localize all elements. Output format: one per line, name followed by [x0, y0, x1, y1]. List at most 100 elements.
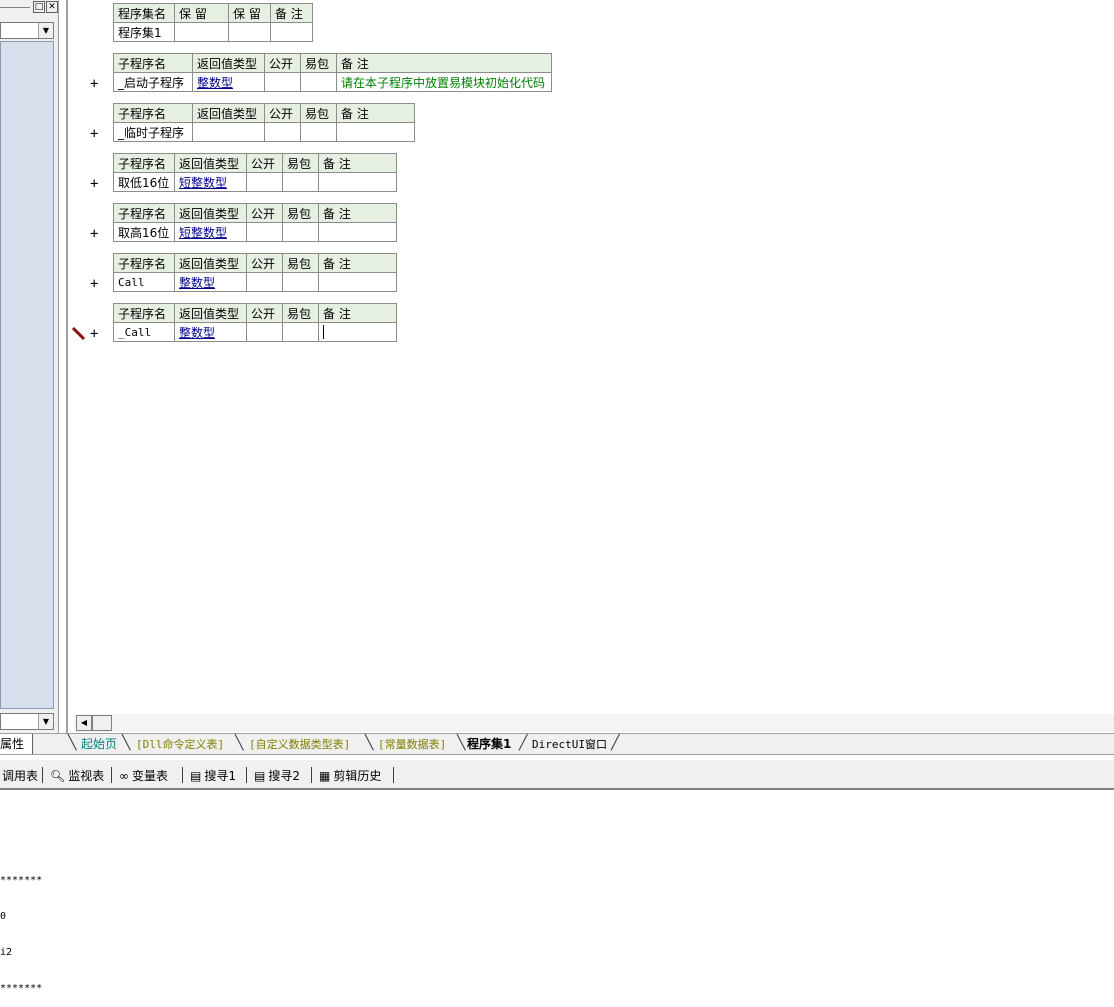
note-cell[interactable]: 请在本子程序中放置易模块初始化代码 [336, 72, 552, 92]
note-cell-active[interactable] [318, 322, 397, 342]
tab-assembly-1[interactable]: 程序集1 [467, 735, 511, 754]
clipboard-icon: ▦ [319, 769, 331, 783]
public-cell[interactable] [246, 222, 283, 242]
tab-properties[interactable]: 属性 [0, 734, 33, 754]
sub-name-cell[interactable]: _启动子程序 [113, 72, 193, 92]
header-sub-name: 子程序名 [113, 153, 175, 173]
search2-button[interactable]: ▤ 搜寻2 [254, 767, 300, 784]
return-type-link[interactable]: 短整数型 [179, 176, 227, 190]
header-return-type: 返回值类型 [192, 103, 265, 123]
tab-dll-commands[interactable]: [Dll命令定义表] [136, 735, 224, 754]
public-cell[interactable] [246, 172, 283, 192]
output-panel[interactable]: ******* 0 i2 ******* [0, 851, 300, 994]
return-type-cell[interactable]: 整数型 [174, 272, 247, 292]
clip-history-button[interactable]: ▦ 剪辑历史 [319, 767, 381, 784]
chevron-down-icon[interactable]: ▼ [38, 23, 53, 38]
subprogram-table[interactable]: 子程序名 返回值类型 公开 易包 备 注 取高16位 短整数型 [113, 203, 397, 242]
reserved-cell[interactable] [174, 22, 229, 42]
chevron-down-icon[interactable]: ▼ [38, 714, 53, 729]
note-cell[interactable] [318, 222, 397, 242]
note-cell[interactable] [318, 272, 397, 292]
horizontal-scrollbar[interactable]: ◀ [74, 714, 1114, 732]
search1-button[interactable]: ▤ 搜寻1 [190, 767, 236, 784]
return-type-cell[interactable]: 整数型 [192, 72, 265, 92]
header-note: 备 注 [318, 303, 397, 323]
header-note: 备 注 [318, 153, 397, 173]
header-sub-name: 子程序名 [113, 303, 175, 323]
header-note: 备 注 [270, 3, 313, 23]
sub-name-cell[interactable]: _临时子程序 [113, 122, 193, 142]
text-caret [323, 325, 324, 340]
epackage-cell[interactable] [282, 272, 319, 292]
subprogram-table[interactable]: 子程序名 返回值类型 公开 易包 备 注 取低16位 短整数型 [113, 153, 397, 192]
expand-icon[interactable]: + [90, 176, 98, 192]
expand-icon[interactable]: + [90, 226, 98, 242]
call-table-label: 调用表 [2, 769, 39, 783]
return-type-cell[interactable]: 短整数型 [174, 172, 247, 192]
note-cell[interactable] [336, 122, 415, 142]
output-line: ******* [0, 875, 43, 886]
output-line: ******* [0, 983, 43, 994]
tab-constants[interactable]: [常量数据表] [378, 735, 446, 754]
toolbar-separator [42, 767, 43, 783]
header-public: 公开 [246, 153, 283, 173]
restore-icon[interactable]: □ [33, 1, 45, 13]
search1-label: 搜寻1 [204, 769, 236, 783]
header-sub-name: 子程序名 [113, 53, 193, 73]
object-selector-combo[interactable]: ▼ [0, 22, 54, 39]
variable-table-button[interactable]: ∞ 变量表 [119, 767, 168, 784]
expand-icon[interactable]: + [90, 126, 98, 142]
epackage-cell[interactable] [282, 222, 319, 242]
property-selector-combo[interactable]: ▼ [0, 713, 54, 730]
tab-start-page[interactable]: 起始页 [81, 735, 117, 754]
tab-custom-types[interactable]: [自定义数据类型表] [249, 735, 350, 754]
watch-table-button[interactable]: 🔍︎ 监视表 [50, 767, 104, 784]
call-table-button[interactable]: 调用表 [2, 767, 38, 784]
sub-name-cell[interactable]: 取高16位 [113, 222, 175, 242]
public-cell[interactable] [246, 272, 283, 292]
variables-icon: ∞ [119, 769, 129, 783]
search-doc-icon: ▤ [254, 769, 266, 783]
tab-directui-window[interactable]: DirectUI窗口 [532, 735, 607, 754]
note-cell[interactable] [270, 22, 313, 42]
return-type-cell[interactable]: 整数型 [174, 322, 247, 342]
epackage-cell[interactable] [300, 72, 337, 92]
subprogram-table[interactable]: 子程序名 返回值类型 公开 易包 备 注 _启动子程序 整数型 请在本子程序中放… [113, 53, 552, 92]
epackage-cell[interactable] [300, 122, 337, 142]
scroll-left-icon[interactable]: ◀ [76, 715, 92, 731]
public-cell[interactable] [264, 72, 301, 92]
left-panel: □ ✕ ▼ ▼ [0, 0, 59, 733]
header-public: 公开 [264, 53, 301, 73]
header-sub-name: 子程序名 [113, 203, 175, 223]
epackage-cell[interactable] [282, 322, 319, 342]
subprogram-table[interactable]: 子程序名 返回值类型 公开 易包 备 注 _临时子程序 [113, 103, 415, 142]
subprogram-table[interactable]: 子程序名 返回值类型 公开 易包 备 注 Call 整数型 [113, 253, 397, 292]
expand-icon[interactable]: + [90, 76, 98, 92]
sub-name-cell[interactable]: _Call [113, 322, 175, 342]
return-type-link[interactable]: 整数型 [179, 326, 215, 340]
expand-icon[interactable]: + [90, 276, 98, 292]
return-type-cell[interactable] [192, 122, 265, 142]
return-type-link[interactable]: 短整数型 [179, 226, 227, 240]
variable-table-label: 变量表 [132, 769, 169, 783]
project-tree-panel[interactable] [0, 41, 54, 709]
header-public: 公开 [264, 103, 301, 123]
reserved-cell[interactable] [228, 22, 271, 42]
sub-name-cell[interactable]: Call [113, 272, 175, 292]
expand-icon[interactable]: + [90, 326, 98, 342]
return-type-cell[interactable]: 短整数型 [174, 222, 247, 242]
scroll-thumb[interactable] [92, 715, 112, 731]
subprogram-table-current[interactable]: 子程序名 返回值类型 公开 易包 备 注 _Call 整数型 [113, 303, 397, 342]
edit-pencil-icon [72, 327, 86, 341]
public-cell[interactable] [264, 122, 301, 142]
assembly-name-cell[interactable]: 程序集1 [113, 22, 175, 42]
assembly-table[interactable]: 程序集名 保 留 保 留 备 注 程序集1 [113, 3, 313, 42]
return-type-link[interactable]: 整数型 [197, 76, 233, 90]
header-return-type: 返回值类型 [192, 53, 265, 73]
note-cell[interactable] [318, 172, 397, 192]
epackage-cell[interactable] [282, 172, 319, 192]
public-cell[interactable] [246, 322, 283, 342]
close-icon[interactable]: ✕ [46, 1, 58, 13]
sub-name-cell[interactable]: 取低16位 [113, 172, 175, 192]
return-type-link[interactable]: 整数型 [179, 276, 215, 290]
